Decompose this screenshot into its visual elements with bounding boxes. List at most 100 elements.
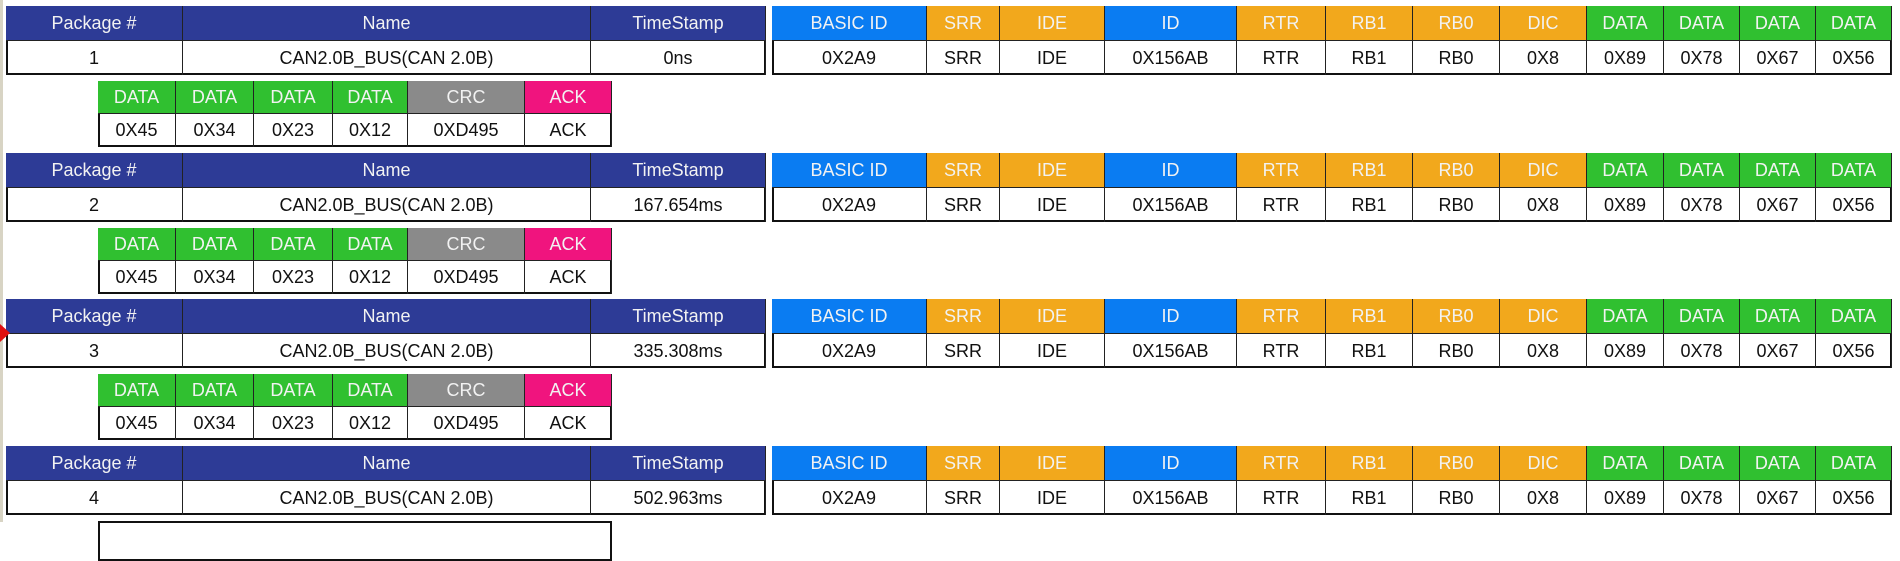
package-timestamp[interactable]: 335.308ms <box>591 333 766 368</box>
tail-value-data[interactable]: 0X45 <box>98 113 176 147</box>
column-header: DATA <box>98 228 176 260</box>
column-header: Name <box>183 153 591 187</box>
column-header: DATA <box>98 374 176 406</box>
field-value-srr[interactable]: SRR <box>927 187 1000 222</box>
tail-value-crc[interactable]: 0XD495 <box>408 113 525 147</box>
package-timestamp[interactable]: 0ns <box>591 40 766 75</box>
field-value-dic[interactable]: 0X8 <box>1500 480 1587 515</box>
tail-value-data[interactable]: 0X34 <box>176 406 254 440</box>
column-header: DATA <box>1740 153 1816 187</box>
field-value-data[interactable]: 0X78 <box>1664 187 1740 222</box>
field-value-data[interactable]: 0X56 <box>1816 480 1892 515</box>
tail-value-data[interactable]: 0X34 <box>176 113 254 147</box>
field-value-id[interactable]: 0X156AB <box>1105 187 1237 222</box>
field-value-data[interactable]: 0X89 <box>1587 333 1664 368</box>
field-value-data[interactable]: 0X78 <box>1664 40 1740 75</box>
field-value-rtr[interactable]: RTR <box>1237 187 1326 222</box>
field-value-data[interactable]: 0X67 <box>1740 40 1816 75</box>
tail-value-crc[interactable]: 0XD495 <box>408 260 525 294</box>
field-value-rtr[interactable]: RTR <box>1237 333 1326 368</box>
field-value-data[interactable]: 0X67 <box>1740 333 1816 368</box>
field-value-data[interactable]: 0X67 <box>1740 480 1816 515</box>
field-value-ide[interactable]: IDE <box>1000 333 1105 368</box>
field-value-data[interactable]: 0X56 <box>1816 40 1892 75</box>
column-header: SRR <box>927 153 1000 187</box>
package-number[interactable]: 2 <box>6 187 183 222</box>
column-header: DATA <box>1740 6 1816 40</box>
frame-tail-table: DATA 0X45 DATA 0X34 DATA 0X23 DATA 0X12 CRC 0XD49… <box>98 374 612 440</box>
field-value-dic[interactable]: 0X8 <box>1500 333 1587 368</box>
package-name[interactable]: CAN2.0B_BUS(CAN 2.0B) <box>183 40 591 75</box>
field-value-srr[interactable]: SRR <box>927 480 1000 515</box>
column-header: DATA <box>1587 153 1664 187</box>
package-name[interactable]: CAN2.0B_BUS(CAN 2.0B) <box>183 187 591 222</box>
field-value-ide[interactable]: IDE <box>1000 187 1105 222</box>
tail-value-data[interactable]: 0X34 <box>176 260 254 294</box>
tail-value-ack[interactable]: ACK <box>525 260 612 294</box>
column-header: DIC <box>1500 153 1587 187</box>
field-value-basic-id[interactable]: 0X2A9 <box>772 187 927 222</box>
package-name[interactable]: CAN2.0B_BUS(CAN 2.0B) <box>183 480 591 515</box>
column-header: DATA <box>1664 6 1740 40</box>
tail-value-data[interactable]: 0X12 <box>333 406 408 440</box>
field-value-rb1[interactable]: RB1 <box>1326 187 1413 222</box>
field-value-rb1[interactable]: RB1 <box>1326 40 1413 75</box>
column-header: DATA <box>333 228 408 260</box>
column-header: BASIC ID <box>772 6 927 40</box>
field-value-rtr[interactable]: RTR <box>1237 40 1326 75</box>
field-value-ide[interactable]: IDE <box>1000 480 1105 515</box>
field-value-ide[interactable]: IDE <box>1000 40 1105 75</box>
column-header: DATA <box>1587 6 1664 40</box>
tail-value-data[interactable]: 0X12 <box>333 260 408 294</box>
field-value-basic-id[interactable]: 0X2A9 <box>772 480 927 515</box>
field-value-dic[interactable]: 0X8 <box>1500 187 1587 222</box>
field-value-rb0[interactable]: RB0 <box>1413 40 1500 75</box>
column-header: BASIC ID <box>772 153 927 187</box>
field-value-rb1[interactable]: RB1 <box>1326 480 1413 515</box>
field-value-id[interactable]: 0X156AB <box>1105 333 1237 368</box>
package-name[interactable]: CAN2.0B_BUS(CAN 2.0B) <box>183 333 591 368</box>
tail-value-data[interactable]: 0X23 <box>254 113 333 147</box>
tail-value-data[interactable]: 0X45 <box>98 406 176 440</box>
column-header: DATA <box>254 374 333 406</box>
field-value-data[interactable]: 0X78 <box>1664 480 1740 515</box>
column-header: TimeStamp <box>591 446 766 480</box>
field-value-rb1[interactable]: RB1 <box>1326 333 1413 368</box>
tail-value-data[interactable]: 0X23 <box>254 406 333 440</box>
column-header: DATA <box>1587 446 1664 480</box>
field-value-dic[interactable]: 0X8 <box>1500 40 1587 75</box>
package-timestamp[interactable]: 167.654ms <box>591 187 766 222</box>
field-value-data[interactable]: 0X56 <box>1816 187 1892 222</box>
field-value-basic-id[interactable]: 0X2A9 <box>772 333 927 368</box>
field-value-id[interactable]: 0X156AB <box>1105 480 1237 515</box>
field-value-srr[interactable]: SRR <box>927 40 1000 75</box>
field-value-rb0[interactable]: RB0 <box>1413 187 1500 222</box>
field-value-rtr[interactable]: RTR <box>1237 480 1326 515</box>
field-value-rb0[interactable]: RB0 <box>1413 480 1500 515</box>
field-value-data[interactable]: 0X89 <box>1587 480 1664 515</box>
package-number[interactable]: 3 <box>6 333 183 368</box>
package-number[interactable]: 1 <box>6 40 183 75</box>
tail-value-ack[interactable]: ACK <box>525 406 612 440</box>
column-header: RB1 <box>1326 6 1413 40</box>
tail-value-data[interactable]: 0X23 <box>254 260 333 294</box>
package-number[interactable]: 4 <box>6 480 183 515</box>
field-value-data[interactable]: 0X56 <box>1816 333 1892 368</box>
tail-value-data[interactable]: 0X45 <box>98 260 176 294</box>
column-header: BASIC ID <box>772 299 927 333</box>
column-header: Name <box>183 446 591 480</box>
field-value-data[interactable]: 0X67 <box>1740 187 1816 222</box>
field-value-data[interactable]: 0X78 <box>1664 333 1740 368</box>
column-header: Package # <box>6 6 183 40</box>
field-value-data[interactable]: 0X89 <box>1587 40 1664 75</box>
field-value-data[interactable]: 0X89 <box>1587 187 1664 222</box>
field-value-id[interactable]: 0X156AB <box>1105 40 1237 75</box>
frame-tail-table: DATA 0X45 DATA 0X34 DATA 0X23 DATA 0X12 CRC 0XD49… <box>98 228 612 294</box>
field-value-rb0[interactable]: RB0 <box>1413 333 1500 368</box>
tail-value-data[interactable]: 0X12 <box>333 113 408 147</box>
package-timestamp[interactable]: 502.963ms <box>591 480 766 515</box>
field-value-basic-id[interactable]: 0X2A9 <box>772 40 927 75</box>
tail-value-ack[interactable]: ACK <box>525 113 612 147</box>
tail-value-crc[interactable]: 0XD495 <box>408 406 525 440</box>
field-value-srr[interactable]: SRR <box>927 333 1000 368</box>
